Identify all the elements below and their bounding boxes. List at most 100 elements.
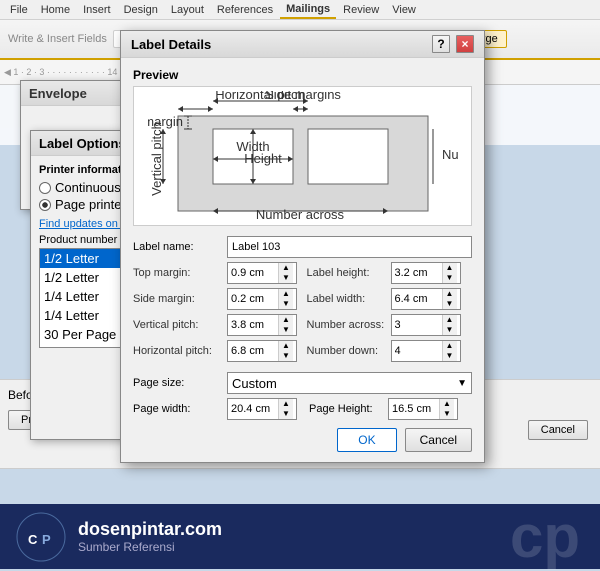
page-height-value[interactable] bbox=[389, 399, 439, 419]
svg-text:C: C bbox=[28, 532, 38, 547]
page-width-input[interactable]: ▲ ▼ bbox=[227, 398, 297, 420]
top-margin-value[interactable] bbox=[228, 263, 278, 283]
page-width-down[interactable]: ▼ bbox=[279, 409, 293, 419]
label-details-body: Preview bbox=[121, 58, 484, 462]
number-down-down[interactable]: ▼ bbox=[443, 351, 457, 361]
page-width-spinner[interactable]: ▲ ▼ bbox=[278, 399, 293, 419]
top-margin-input[interactable]: ▲ ▼ bbox=[227, 262, 297, 284]
label-width-value[interactable] bbox=[392, 289, 442, 309]
field-grid: Top margin: ▲ ▼ Side margin: bbox=[133, 262, 472, 366]
label-height-input[interactable]: ▲ ▼ bbox=[391, 262, 461, 284]
menu-file[interactable]: File bbox=[4, 2, 34, 18]
label-details-close-btn[interactable]: × bbox=[456, 35, 474, 53]
number-across-spinner[interactable]: ▲ ▼ bbox=[442, 315, 457, 335]
label-width-spinner[interactable]: ▲ ▼ bbox=[442, 289, 457, 309]
logo-site-name: dosenpintar.com bbox=[78, 519, 222, 540]
menu-mailings[interactable]: Mailings bbox=[280, 1, 336, 19]
side-margin-input[interactable]: ▲ ▼ bbox=[227, 288, 297, 310]
side-margin-down[interactable]: ▼ bbox=[279, 299, 293, 309]
label-details-title-bar: Label Details ? × bbox=[121, 31, 484, 58]
page-width-value[interactable] bbox=[228, 399, 278, 419]
menu-design[interactable]: Design bbox=[118, 2, 164, 18]
menu-references[interactable]: References bbox=[211, 2, 279, 18]
vertical-pitch-label: Vertical pitch: bbox=[133, 319, 223, 331]
number-across-value[interactable] bbox=[392, 315, 442, 335]
vertical-pitch-value[interactable] bbox=[228, 315, 278, 335]
vertical-pitch-down[interactable]: ▼ bbox=[279, 325, 293, 335]
number-down-spinner[interactable]: ▲ ▼ bbox=[442, 341, 457, 361]
help-btn[interactable]: ? bbox=[432, 35, 450, 53]
continuous-radio-circle bbox=[39, 182, 51, 194]
page-size-label: Page size: bbox=[133, 377, 223, 389]
page-size-select[interactable]: Custom ▼ bbox=[227, 372, 472, 394]
page-height-input[interactable]: ▲ ▼ bbox=[388, 398, 458, 420]
label-width-row: Label width: ▲ ▼ bbox=[307, 288, 473, 310]
number-across-down[interactable]: ▼ bbox=[443, 325, 457, 335]
horizontal-pitch-up[interactable]: ▲ bbox=[279, 341, 293, 351]
logo-icon: C P bbox=[16, 512, 66, 562]
svg-text:Height: Height bbox=[244, 151, 282, 166]
horizontal-pitch-value[interactable] bbox=[228, 341, 278, 361]
menu-home[interactable]: Home bbox=[35, 2, 76, 18]
label-height-down[interactable]: ▼ bbox=[443, 273, 457, 283]
vertical-pitch-up[interactable]: ▲ bbox=[279, 315, 293, 325]
bottom-cancel-area: Cancel bbox=[528, 420, 588, 440]
horizontal-pitch-input[interactable]: ▲ ▼ bbox=[227, 340, 297, 362]
number-down-value[interactable] bbox=[392, 341, 442, 361]
preview-label: Preview bbox=[133, 68, 472, 82]
label-width-input[interactable]: ▲ ▼ bbox=[391, 288, 461, 310]
horizontal-pitch-down[interactable]: ▼ bbox=[279, 351, 293, 361]
number-across-row: Number across: ▲ ▼ bbox=[307, 314, 473, 336]
page-height-up[interactable]: ▲ bbox=[440, 399, 454, 409]
side-margin-value[interactable] bbox=[228, 289, 278, 309]
envelope-title-text: Envelope bbox=[29, 86, 87, 101]
label-name-label: Label name: bbox=[133, 241, 223, 253]
label-height-spinner[interactable]: ▲ ▼ bbox=[442, 263, 457, 283]
side-margin-up[interactable]: ▲ bbox=[279, 289, 293, 299]
number-down-input[interactable]: ▲ ▼ bbox=[391, 340, 461, 362]
label-details-dialog: Label Details ? × Preview bbox=[120, 30, 485, 463]
label-width-up[interactable]: ▲ bbox=[443, 289, 457, 299]
vertical-pitch-row: Vertical pitch: ▲ ▼ bbox=[133, 314, 299, 336]
menu-review[interactable]: Review bbox=[337, 2, 385, 18]
page-height-label: Page Height: bbox=[309, 403, 384, 415]
number-across-label: Number across: bbox=[307, 319, 387, 331]
horizontal-pitch-label: Horizontal pitch: bbox=[133, 345, 223, 357]
side-margin-label: Side margin: bbox=[133, 293, 223, 305]
logo-text-area: dosenpintar.com Sumber Referensi bbox=[78, 519, 222, 554]
svg-text:Number across: Number across bbox=[255, 207, 344, 221]
number-across-input[interactable]: ▲ ▼ bbox=[391, 314, 461, 336]
label-name-input[interactable] bbox=[227, 236, 472, 258]
horizontal-pitch-spinner[interactable]: ▲ ▼ bbox=[278, 341, 293, 361]
bottom-cancel-btn[interactable]: Cancel bbox=[528, 420, 588, 440]
menu-layout[interactable]: Layout bbox=[165, 2, 210, 18]
vertical-pitch-input[interactable]: ▲ ▼ bbox=[227, 314, 297, 336]
label-height-value[interactable] bbox=[392, 263, 442, 283]
number-across-up[interactable]: ▲ bbox=[443, 315, 457, 325]
title-controls: ? × bbox=[432, 35, 474, 53]
label-width-down[interactable]: ▼ bbox=[443, 299, 457, 309]
label-details-ok-btn[interactable]: OK bbox=[337, 428, 396, 452]
label-height-up[interactable]: ▲ bbox=[443, 263, 457, 273]
menu-insert[interactable]: Insert bbox=[77, 2, 117, 18]
label-width-label: Label width: bbox=[307, 293, 387, 305]
number-down-row: Number down: ▲ ▼ bbox=[307, 340, 473, 362]
page-height-down[interactable]: ▼ bbox=[440, 409, 454, 419]
number-down-up[interactable]: ▲ bbox=[443, 341, 457, 351]
label-name-row: Label name: bbox=[133, 236, 472, 258]
svg-text:P: P bbox=[42, 532, 51, 547]
top-margin-down[interactable]: ▼ bbox=[279, 273, 293, 283]
page-width-up[interactable]: ▲ bbox=[279, 399, 293, 409]
page-size-row: Page size: Custom ▼ bbox=[133, 372, 472, 394]
top-margin-spinner[interactable]: ▲ ▼ bbox=[278, 263, 293, 283]
svg-text:Number down: Number down bbox=[442, 147, 458, 162]
logo-area: C P dosenpintar.com Sumber Referensi cp bbox=[0, 504, 600, 569]
label-diagram: Side margins Top margin Horizontal pitch… bbox=[148, 91, 458, 221]
top-margin-up[interactable]: ▲ bbox=[279, 263, 293, 273]
side-margin-spinner[interactable]: ▲ ▼ bbox=[278, 289, 293, 309]
page-height-spinner[interactable]: ▲ ▼ bbox=[439, 399, 454, 419]
label-details-cancel-btn[interactable]: Cancel bbox=[405, 428, 472, 452]
vertical-pitch-spinner[interactable]: ▲ ▼ bbox=[278, 315, 293, 335]
top-margin-row: Top margin: ▲ ▼ bbox=[133, 262, 299, 284]
menu-view[interactable]: View bbox=[386, 2, 422, 18]
